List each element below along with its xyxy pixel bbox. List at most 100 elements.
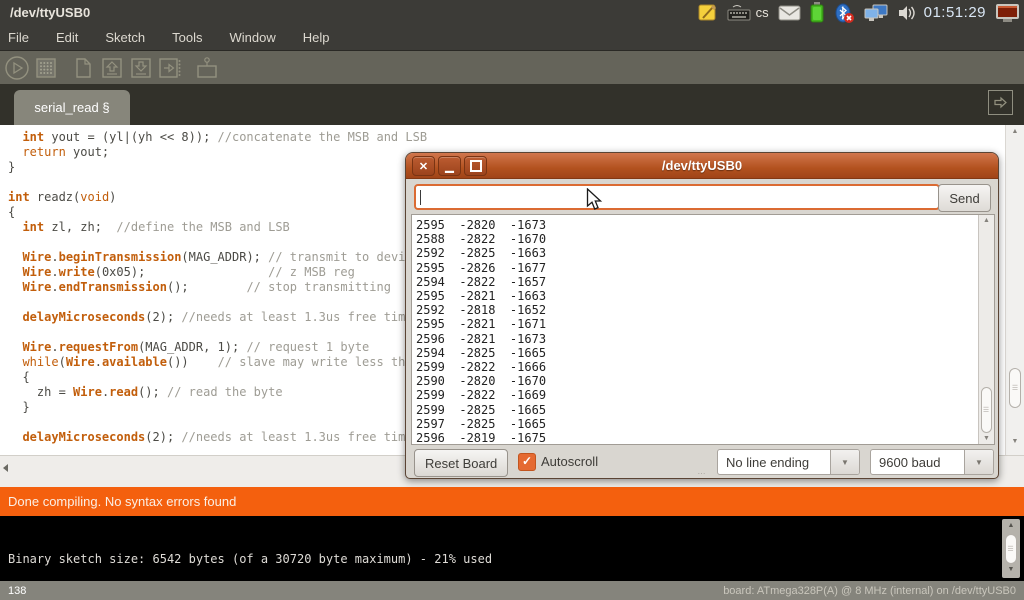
autoscroll-checkbox[interactable]: ✓ [518,453,536,471]
note-icon[interactable] [698,0,718,25]
send-button[interactable]: Send [938,184,991,212]
line-number-indicator: 138 [8,585,26,597]
scroll-up-icon[interactable]: ▲ [1006,128,1024,135]
serial-row: 2595 -2821 -1671 [416,317,994,331]
footer-status-bar: 138 board: ATmega328P(A) @ 8 MHz (intern… [0,581,1024,600]
window-resize-grip[interactable]: ⋯ [698,471,707,477]
serial-input-field[interactable] [414,184,940,210]
serial-monitor-titlebar[interactable]: ✕ ▁ /dev/ttyUSB0 [406,153,998,179]
serial-row: 2599 -2825 -1665 [416,403,994,417]
line-ending-select[interactable]: No line ending ▼ [717,449,860,475]
baud-rate-value: 9600 baud [871,450,964,474]
battery-icon[interactable] [810,0,824,25]
upload-button[interactable] [157,55,183,81]
serial-row: 2599 -2822 -1666 [416,360,994,374]
arrow-right-icon [993,95,1008,110]
grip-icon: ☰ [1012,384,1018,392]
mouse-cursor [586,188,603,217]
scroll-up-icon[interactable]: ▲ [979,217,994,224]
editor-vertical-scrollbar[interactable]: ▲ ☰ ▼ [1005,125,1024,455]
keyboard-icon[interactable] [727,0,751,25]
serial-row: 2594 -2822 -1657 [416,275,994,289]
serial-row: 2596 -2821 -1673 [416,332,994,346]
serial-monitor-button[interactable] [194,55,220,81]
grip-icon: ☰ [1007,545,1013,553]
serial-row: 2588 -2822 -1670 [416,232,994,246]
serial-monitor-window: ✕ ▁ /dev/ttyUSB0 Send 2595 -2820 -167325… [405,152,999,479]
scroll-down-icon[interactable]: ▼ [979,435,994,442]
save-sketch-button[interactable] [128,55,154,81]
menu-item-edit[interactable]: Edit [56,30,78,45]
bluetooth-icon[interactable] [833,0,855,25]
network-icon[interactable] [864,0,888,25]
serial-row: 2597 -2825 -1665 [416,417,994,431]
open-icon [99,55,125,81]
volume-icon[interactable] [897,0,915,25]
mail-icon[interactable] [778,0,801,25]
grip-icon: ☰ [983,406,989,414]
serial-row: 2595 -2820 -1673 [416,218,994,232]
serial-row: 2592 -2818 -1652 [416,303,994,317]
scroll-down-icon[interactable]: ▼ [1006,438,1024,445]
display-icon[interactable] [995,0,1020,25]
chevron-down-icon[interactable]: ▼ [830,450,859,474]
editor-scrollbar-thumb[interactable]: ☰ [1009,368,1021,408]
menu-item-file[interactable]: File [8,30,29,45]
console-text: Binary sketch size: 6542 bytes (of a 307… [8,552,492,566]
clock[interactable]: 01:51:29 [924,4,986,21]
menu-item-tools[interactable]: Tools [172,30,202,45]
open-sketch-button[interactable] [99,55,125,81]
new-file-icon [70,55,96,81]
window-title: /dev/ttyUSB0 [10,5,90,20]
menubar: File Edit Sketch Tools Window Help [0,25,1024,51]
line-ending-value: No line ending [718,450,830,474]
board-info: board: ATmega328P(A) @ 8 MHz (internal) … [723,585,1016,597]
keyboard-layout-indicator[interactable]: cs [756,5,769,20]
save-icon [128,55,154,81]
serial-row: 2599 -2822 -1669 [416,388,994,402]
tab-menu-button[interactable] [988,90,1013,115]
status-message: Done compiling. No syntax errors found [8,494,236,509]
system-tray: cs 01:51:29 [698,0,1020,25]
scroll-left-icon[interactable] [3,464,8,472]
reset-board-button[interactable]: Reset Board [414,449,508,477]
menu-item-help[interactable]: Help [303,30,330,45]
serial-row: 2596 -2819 -1675 [416,431,994,445]
scroll-down-icon[interactable]: ▼ [1002,566,1020,573]
serial-row: 2590 -2820 -1670 [416,374,994,388]
chevron-down-icon[interactable]: ▼ [964,450,993,474]
serial-row: 2595 -2826 -1677 [416,261,994,275]
upload-icon [157,55,183,81]
console-scrollbar[interactable]: ▲ ☰ ▼ [1002,519,1020,578]
serial-row: 2594 -2825 -1665 [416,346,994,360]
serial-row: 2595 -2821 -1663 [416,289,994,303]
serial-output-area[interactable]: 2595 -2820 -16732588 -2822 -16702592 -28… [411,214,995,445]
cursor-arrow-icon [586,188,603,212]
serial-monitor-title: /dev/ttyUSB0 [406,153,998,178]
menu-item-window[interactable]: Window [229,30,275,45]
serial-output-rows: 2595 -2820 -16732588 -2822 -16702592 -28… [412,215,994,445]
verify-icon [4,55,30,81]
console-scrollbar-thumb[interactable]: ☰ [1005,534,1017,564]
top-panel: /dev/ttyUSB0 cs 01:51: [0,0,1024,25]
new-sketch-button[interactable] [70,55,96,81]
tab-serial-read[interactable]: serial_read § [14,90,130,125]
compile-status-bar: Done compiling. No syntax errors found [0,487,1024,516]
serial-monitor-icon [194,55,220,81]
serial-row: 2592 -2825 -1663 [416,246,994,260]
menu-item-sketch[interactable]: Sketch [105,30,145,45]
autoscroll-label[interactable]: Autoscroll [541,454,598,469]
scroll-up-icon[interactable]: ▲ [1002,522,1020,529]
tab-bar: serial_read § [0,84,1024,125]
code-line: int yout = (yl|(yh << 8)); //concatenate… [8,130,1005,145]
console-output: Binary sketch size: 6542 bytes (of a 307… [0,516,1024,581]
serial-scrollbar[interactable]: ▲ ☰ ▼ [978,215,994,444]
serial-scrollbar-thumb[interactable]: ☰ [981,387,992,433]
stop-button[interactable] [33,55,59,81]
verify-button[interactable] [4,55,30,81]
screen: /dev/ttyUSB0 cs 01:51: [0,0,1024,600]
text-caret [420,190,421,205]
stop-icon [33,55,59,81]
baud-rate-select[interactable]: 9600 baud ▼ [870,449,994,475]
toolbar [0,51,1024,84]
